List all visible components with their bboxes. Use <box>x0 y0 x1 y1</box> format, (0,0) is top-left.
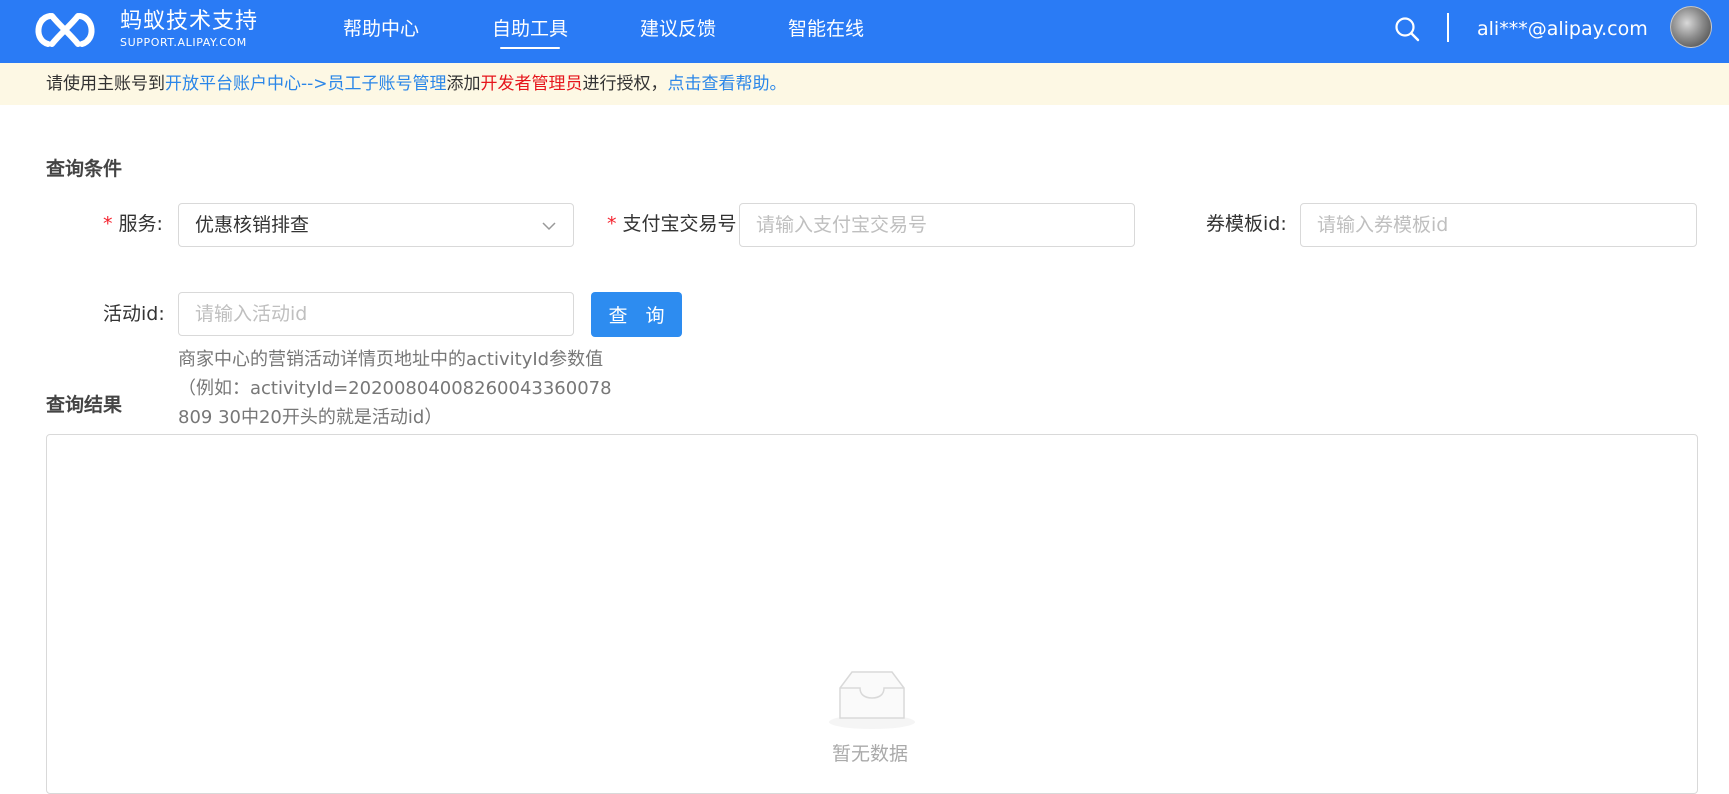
results-panel <box>46 434 1698 794</box>
nav-online-assistant[interactable]: 智能在线 <box>788 17 864 41</box>
activity-id-help-text: 商家中心的营销活动详情页地址中的activityId参数值（例如：activit… <box>178 349 612 428</box>
notice-text-1: 请使用主账号到 <box>46 74 165 94</box>
avatar[interactable] <box>1670 6 1712 48</box>
nav-help-center[interactable]: 帮助中心 <box>343 17 419 41</box>
activity-id-input[interactable] <box>178 292 574 336</box>
trade-no-label-text: 支付宝交易号 <box>622 213 737 235</box>
notice-link-account-center[interactable]: 开放平台账户中心-->员工子账号管理 <box>165 74 447 94</box>
header-divider <box>1447 13 1449 42</box>
query-results-title: 查询结果 <box>46 394 123 416</box>
service-label-text: 服务: <box>118 213 163 235</box>
trade-no-label: * 支付宝交易号 <box>607 212 737 236</box>
activity-id-label: 活动id: <box>103 303 165 325</box>
search-icon[interactable] <box>1394 16 1420 42</box>
service-select-value: 优惠核销排查 <box>195 214 310 236</box>
template-id-input[interactable] <box>1300 203 1697 247</box>
required-mark: * <box>103 213 113 235</box>
top-navbar: 蚂蚁技术支持 SUPPORT.ALIPAY.COM 帮助中心 自助工具 建议反馈… <box>0 0 1729 63</box>
notice-text-2: 添加 <box>446 74 481 94</box>
logo-title: 蚂蚁技术支持 <box>120 9 259 34</box>
query-button[interactable]: 查 询 <box>591 292 682 337</box>
notice-text-3: 进行授权， <box>582 74 668 94</box>
service-label: * 服务: <box>103 212 163 236</box>
service-select[interactable]: 优惠核销排查 <box>178 203 574 247</box>
site-logo-text[interactable]: 蚂蚁技术支持 SUPPORT.ALIPAY.COM <box>120 10 258 50</box>
trade-no-input[interactable] <box>739 203 1135 247</box>
notice-link-help[interactable]: 点击查看帮助。 <box>668 74 787 94</box>
query-conditions-title: 查询条件 <box>46 158 123 180</box>
user-email[interactable]: ali***@alipay.com <box>1477 17 1648 41</box>
template-id-label: 券模板id: <box>1206 213 1287 235</box>
notice-banner: 请使用主账号到开放平台账户中心-->员工子账号管理添加开发者管理员进行授权，点击… <box>0 63 1729 105</box>
chevron-down-icon <box>542 222 556 231</box>
logo-subtitle: SUPPORT.ALIPAY.COM <box>120 36 247 49</box>
notice-warn-developer-admin: 开发者管理员 <box>480 74 583 94</box>
required-mark: * <box>607 213 617 235</box>
empty-state-text: 暂无数据 <box>832 743 909 765</box>
nav-feedback[interactable]: 建议反馈 <box>640 17 716 41</box>
nav-self-service-tools[interactable]: 自助工具 <box>492 17 568 49</box>
empty-inbox-icon <box>829 671 915 729</box>
alipay-loop-logo-icon[interactable] <box>30 6 100 54</box>
